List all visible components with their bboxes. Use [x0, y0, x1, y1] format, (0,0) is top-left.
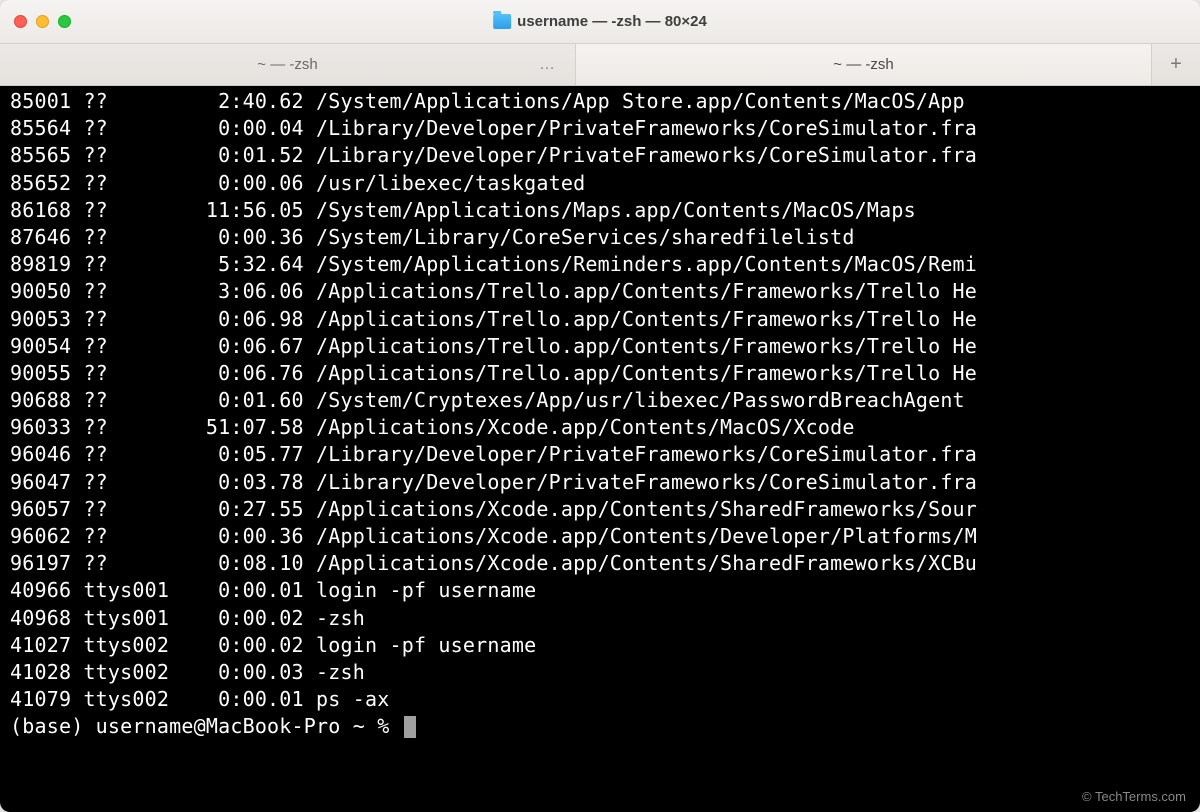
- process-row: 85001 ?? 2:40.62 /System/Applications/Ap…: [10, 88, 1192, 115]
- minimize-button[interactable]: [36, 15, 49, 28]
- process-row: 87646 ?? 0:00.36 /System/Library/CoreSer…: [10, 224, 1192, 251]
- process-row: 40968 ttys001 0:00.02 -zsh: [10, 605, 1192, 632]
- process-row: 96047 ?? 0:03.78 /Library/Developer/Priv…: [10, 469, 1192, 496]
- window-title: username — -zsh — 80×24: [493, 13, 707, 30]
- process-row: 90053 ?? 0:06.98 /Applications/Trello.ap…: [10, 306, 1192, 333]
- process-row: 90688 ?? 0:01.60 /System/Cryptexes/App/u…: [10, 387, 1192, 414]
- process-row: 90054 ?? 0:06.67 /Applications/Trello.ap…: [10, 333, 1192, 360]
- process-row: 96046 ?? 0:05.77 /Library/Developer/Priv…: [10, 441, 1192, 468]
- process-row: 90050 ?? 3:06.06 /Applications/Trello.ap…: [10, 278, 1192, 305]
- cursor: [404, 716, 416, 738]
- process-row: 89819 ?? 5:32.64 /System/Applications/Re…: [10, 251, 1192, 278]
- process-row: 85564 ?? 0:00.04 /Library/Developer/Priv…: [10, 115, 1192, 142]
- close-button[interactable]: [14, 15, 27, 28]
- process-row: 96033 ?? 51:07.58 /Applications/Xcode.ap…: [10, 414, 1192, 441]
- tab-1[interactable]: ~ — -zsh …: [0, 44, 576, 85]
- process-row: 96057 ?? 0:27.55 /Applications/Xcode.app…: [10, 496, 1192, 523]
- process-row: 41027 ttys002 0:00.02 login -pf username: [10, 632, 1192, 659]
- plus-icon: +: [1170, 53, 1182, 76]
- folder-icon: [493, 14, 511, 29]
- titlebar[interactable]: username — -zsh — 80×24: [0, 0, 1200, 44]
- process-row: 85565 ?? 0:01.52 /Library/Developer/Priv…: [10, 142, 1192, 169]
- process-row: 90055 ?? 0:06.76 /Applications/Trello.ap…: [10, 360, 1192, 387]
- terminal-output[interactable]: 85001 ?? 2:40.62 /System/Applications/Ap…: [0, 86, 1200, 812]
- maximize-button[interactable]: [58, 15, 71, 28]
- watermark: © TechTerms.com: [1082, 789, 1186, 804]
- tab-1-overflow-icon[interactable]: …: [539, 56, 557, 74]
- tab-2[interactable]: ~ — -zsh: [576, 44, 1152, 85]
- tab-1-label: ~ — -zsh: [257, 56, 317, 73]
- process-row: 40966 ttys001 0:00.01 login -pf username: [10, 577, 1192, 604]
- process-row: 41028 ttys002 0:00.03 -zsh: [10, 659, 1192, 686]
- new-tab-button[interactable]: +: [1152, 44, 1200, 85]
- prompt-line[interactable]: (base) username@MacBook-Pro ~ %: [10, 713, 1192, 740]
- process-row: 96197 ?? 0:08.10 /Applications/Xcode.app…: [10, 550, 1192, 577]
- process-row: 85652 ?? 0:00.06 /usr/libexec/taskgated: [10, 170, 1192, 197]
- tab-2-label: ~ — -zsh: [833, 56, 893, 73]
- title-text: username — -zsh — 80×24: [517, 13, 707, 30]
- terminal-window: username — -zsh — 80×24 ~ — -zsh … ~ — -…: [0, 0, 1200, 812]
- process-row: 41079 ttys002 0:00.01 ps -ax: [10, 686, 1192, 713]
- process-row: 96062 ?? 0:00.36 /Applications/Xcode.app…: [10, 523, 1192, 550]
- traffic-lights: [14, 15, 71, 28]
- tab-bar: ~ — -zsh … ~ — -zsh +: [0, 44, 1200, 86]
- process-row: 86168 ?? 11:56.05 /System/Applications/M…: [10, 197, 1192, 224]
